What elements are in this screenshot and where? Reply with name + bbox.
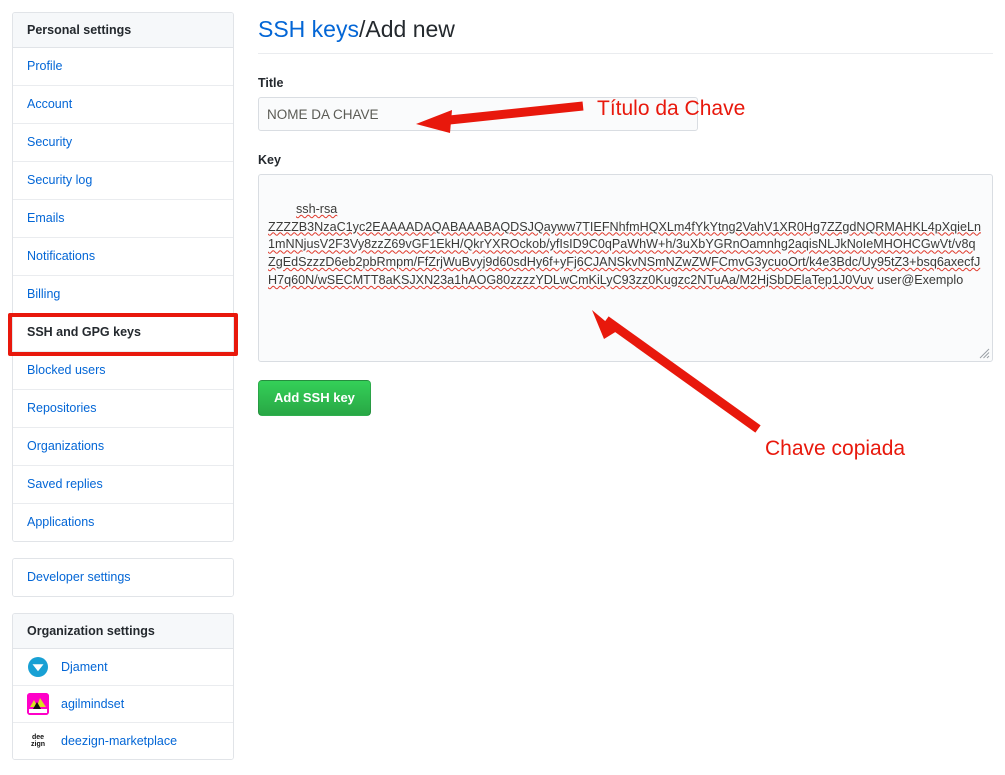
sidebar-item-emails[interactable]: Emails: [13, 200, 233, 238]
settings-sidebar: Personal settings Profile Account Securi…: [12, 12, 234, 760]
key-text-content: ssh-rsa ZZZZB3NzaC1yc2EAAAADAQABAAABAQDSJ…: [268, 202, 981, 287]
key-field-label: Key: [258, 153, 281, 167]
sidebar-item-security[interactable]: Security: [13, 124, 233, 162]
key-comment: user@Exemplo: [876, 272, 964, 287]
sidebar-item-org-agilmindset[interactable]: agilmindset: [13, 686, 233, 723]
sidebar-item-repositories[interactable]: Repositories: [13, 390, 233, 428]
org-label: agilmindset: [61, 696, 125, 711]
org-label: Djament: [61, 659, 108, 674]
sidebar-item-org-deezign-marketplace[interactable]: dee zign deezign-marketplace: [13, 723, 233, 759]
agilmindset-avatar: [27, 693, 49, 715]
sidebar-item-organizations[interactable]: Organizations: [13, 428, 233, 466]
key-textarea[interactable]: ssh-rsa ZZZZB3NzaC1yc2EAAAADAQABAAABAQDSJ…: [258, 174, 993, 362]
organization-settings-header: Organization settings: [13, 614, 233, 649]
breadcrumb-current: Add new: [365, 16, 455, 42]
deezign-avatar-text-bottom: zign: [31, 741, 45, 748]
sidebar-item-ssh-and-gpg-keys[interactable]: SSH and GPG keys: [13, 314, 233, 352]
djament-avatar: [27, 656, 49, 678]
key-annotation-label: Chave copiada: [765, 437, 906, 460]
main-content: SSH keys/Add new Title Key ssh-rsa ZZZZB3…: [258, 14, 993, 416]
title-field-label: Title: [258, 76, 284, 90]
breadcrumb-ssh-keys-link[interactable]: SSH keys: [258, 16, 359, 42]
org-label: deezign-marketplace: [61, 733, 178, 748]
sidebar-item-developer-settings[interactable]: Developer settings: [13, 559, 233, 596]
page-title: SSH keys/Add new: [258, 14, 993, 54]
title-annotation-label: Título da Chave: [597, 97, 746, 120]
deezign-avatar: dee zign: [27, 730, 49, 752]
page-root: Personal settings Profile Account Securi…: [0, 0, 1005, 775]
sidebar-item-notifications[interactable]: Notifications: [13, 238, 233, 276]
sidebar-item-profile[interactable]: Profile: [13, 48, 233, 86]
sidebar-item-org-djament[interactable]: Djament: [13, 649, 233, 686]
key-body: ZZZZB3NzaC1yc2EAAAADAQABAAABAQDSJQayww7T…: [268, 219, 981, 287]
developer-settings-panel: Developer settings: [12, 558, 234, 597]
key-textarea-wrapper: ssh-rsa ZZZZB3NzaC1yc2EAAAADAQABAAABAQDSJ…: [258, 174, 993, 362]
sidebar-item-security-log[interactable]: Security log: [13, 162, 233, 200]
sidebar-item-blocked-users[interactable]: Blocked users: [13, 352, 233, 390]
key-prefix: ssh-rsa: [296, 201, 338, 216]
personal-settings-header: Personal settings: [13, 13, 233, 48]
add-ssh-key-button[interactable]: Add SSH key: [258, 380, 371, 416]
personal-settings-panel: Personal settings Profile Account Securi…: [12, 12, 234, 542]
deezign-avatar-text-top: dee: [31, 733, 45, 741]
sidebar-item-applications[interactable]: Applications: [13, 504, 233, 541]
sidebar-item-billing[interactable]: Billing: [13, 276, 233, 314]
sidebar-item-account[interactable]: Account: [13, 86, 233, 124]
sidebar-item-saved-replies[interactable]: Saved replies: [13, 466, 233, 504]
organization-settings-panel: Organization settings Djament agilmindse…: [12, 613, 234, 760]
